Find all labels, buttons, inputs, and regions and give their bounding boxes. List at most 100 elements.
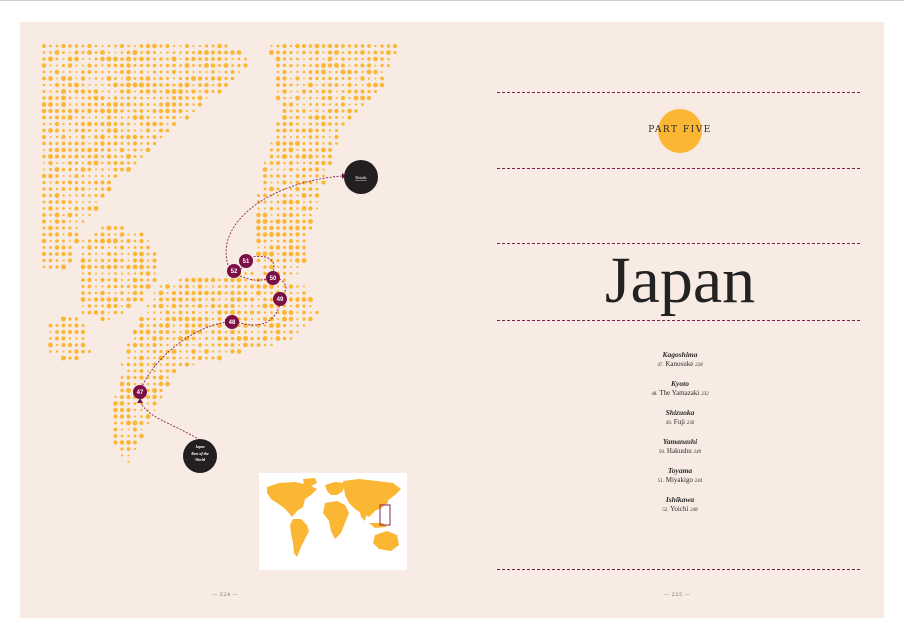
map-dot (132, 82, 138, 88)
map-dot (147, 240, 149, 242)
map-dot (49, 168, 52, 171)
map-dot (120, 89, 124, 94)
map-dot (269, 148, 274, 152)
start-circle-top: Japan (195, 445, 204, 449)
map-dot (88, 129, 91, 132)
map-dot (217, 290, 222, 296)
map-dot (49, 350, 52, 353)
map-dot (301, 43, 307, 49)
map-dot (160, 51, 162, 54)
map-dot (54, 82, 60, 88)
map-dot (126, 69, 131, 75)
map-dot (146, 317, 150, 321)
map-dot (217, 310, 222, 315)
map-dot (100, 277, 105, 283)
map-dot (263, 180, 267, 185)
map-dot (75, 103, 78, 106)
map-dot (295, 174, 300, 178)
map-dot (315, 63, 319, 68)
map-dot (321, 115, 326, 120)
map-dot (100, 180, 105, 185)
map-dot (127, 272, 130, 275)
map-dot (327, 43, 333, 49)
map-dot (289, 116, 293, 119)
map-dot (276, 194, 280, 197)
map-dot (165, 115, 170, 120)
map-dot (341, 83, 345, 87)
map-dot (308, 122, 313, 126)
map-dot (74, 349, 79, 354)
map-dot (132, 277, 138, 283)
map-dot (301, 154, 307, 159)
map-dot (48, 154, 53, 159)
map-dot (81, 51, 85, 54)
map-dot (392, 43, 398, 49)
map-dot (282, 323, 287, 328)
map-dot (250, 324, 254, 327)
map-dot (218, 278, 221, 282)
map-dot (74, 82, 79, 88)
map-dot (236, 297, 242, 302)
map-dot (198, 343, 202, 347)
map-dot (197, 303, 203, 309)
map-dot (282, 128, 287, 133)
map-dot (159, 102, 163, 107)
map-dot (55, 226, 59, 230)
map-dot (211, 70, 215, 74)
map-dot (282, 336, 287, 341)
toc-entry-50: Yamanashi 50. Hakushu 240 (600, 437, 760, 458)
map-dot (204, 336, 209, 341)
map-dot (153, 356, 156, 360)
map-dot (303, 103, 305, 106)
map-dot (69, 240, 71, 242)
map-dot (159, 96, 163, 100)
map-dot (231, 285, 234, 288)
map-dot (276, 213, 280, 217)
map-dot (283, 285, 286, 288)
world-map (267, 478, 401, 557)
map-dot (81, 115, 85, 120)
map-dot (263, 226, 267, 230)
map-dot (139, 323, 144, 328)
map-dot (120, 252, 124, 256)
map-dot (119, 440, 125, 445)
map-dot (230, 290, 235, 296)
map-dot (74, 173, 79, 179)
map-dot (309, 200, 312, 204)
map-dot (94, 116, 98, 119)
map-dot (67, 56, 73, 62)
map-dot (295, 225, 300, 231)
map-dot (270, 174, 273, 178)
map-dot (49, 239, 52, 243)
map-dot (139, 343, 144, 347)
toc-region: Toyama (667, 466, 693, 475)
map-dot (94, 193, 98, 198)
map-dot (146, 96, 150, 100)
map-dot (328, 129, 332, 132)
map-dot (42, 207, 46, 210)
map-dot (295, 141, 300, 146)
map-dot (61, 141, 66, 146)
map-dot (119, 407, 125, 413)
map-dot (100, 316, 105, 322)
map-dot (296, 83, 299, 87)
map-dot (80, 76, 86, 81)
map-dot (250, 304, 254, 308)
map-dot (61, 167, 66, 172)
map-dot (113, 141, 118, 146)
map-dot (217, 50, 222, 55)
map-dot (61, 355, 66, 361)
map-dot (269, 206, 274, 211)
map-dot (81, 324, 85, 327)
map-dot (276, 259, 280, 262)
map-dot (101, 285, 104, 288)
map-dot (270, 200, 273, 204)
map-dot (139, 76, 144, 81)
map-dot (171, 368, 177, 374)
map-dot (107, 135, 111, 139)
map-dot (139, 56, 144, 62)
map-dot (139, 238, 144, 244)
map-dot (348, 96, 351, 100)
map-dot (42, 57, 46, 61)
map-dot (184, 362, 190, 367)
